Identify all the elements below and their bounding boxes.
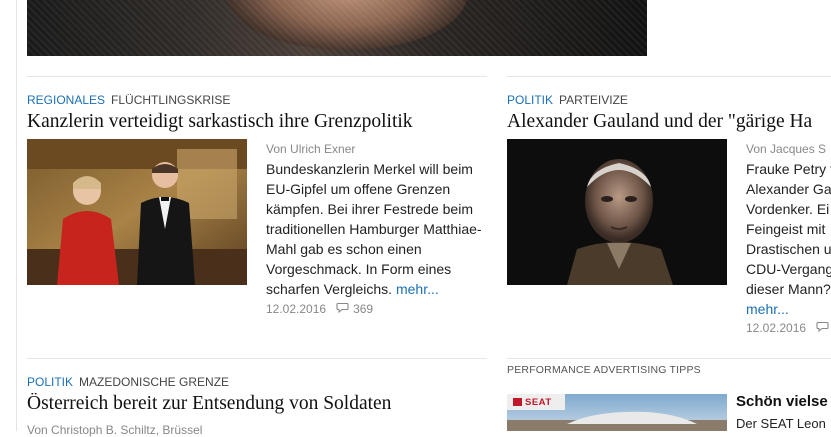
teaser-line: CDU-Vergang (746, 261, 831, 277)
article-image-gauland[interactable] (507, 139, 727, 285)
teaser-line: dieser Mann? (746, 281, 831, 297)
teaser-line: Alexander Ga (746, 181, 831, 197)
divider (27, 76, 487, 77)
ad-image-seat[interactable]: SEAT (507, 394, 727, 431)
ad-text[interactable]: Der SEAT Leon (736, 416, 831, 431)
teaser-line: Frauke Petry t (746, 161, 831, 177)
topic-link[interactable]: FLÜCHTLINGSKRISE (111, 93, 230, 107)
comment-bubble-icon[interactable] (336, 302, 349, 316)
comment-bubble-icon[interactable] (816, 321, 829, 335)
article-image-merkel-cameron[interactable] (27, 139, 247, 285)
teaser-line: Feingeist mit (746, 221, 826, 237)
article-date: 12.02.2016 (266, 302, 327, 316)
divider (27, 358, 487, 359)
topic-link[interactable]: MAZEDONISCHE GRENZE (79, 375, 229, 389)
article-teaser: Bundeskanzlerin Merkel will beim EU-Gipf… (266, 159, 487, 299)
article-headline[interactable]: Kanzlerin verteidigt sarkastisch ihre Gr… (27, 111, 487, 133)
article-byline[interactable]: Von Christoph B. Schiltz, Brüssel (27, 423, 487, 437)
article-category-row: REGIONALES FLÜCHTLINGSKRISE (27, 93, 230, 107)
teaser-line: Vordenker. Ei (746, 201, 830, 217)
more-link[interactable]: mehr... (396, 281, 439, 297)
teaser-text: Bundeskanzlerin Merkel will beim EU-Gipf… (266, 161, 482, 297)
article-byline[interactable]: Von Ulrich Exner (266, 142, 487, 156)
ad-section-label: PERFORMANCE ADVERTISING TIPPS (507, 364, 701, 376)
hero-image[interactable] (27, 0, 647, 56)
category-link[interactable]: POLITIK (507, 93, 553, 107)
ad-title[interactable]: Schön vielse (736, 393, 831, 410)
topic-link[interactable]: PARTEIVIZE (559, 93, 628, 107)
article-headline[interactable]: Österreich bereit zur Entsendung von Sol… (27, 393, 487, 415)
category-link[interactable]: REGIONALES (27, 93, 105, 107)
article-date: 12.02.2016 (746, 321, 807, 335)
article-category-row: POLITIK PARTEIVIZE (507, 93, 628, 107)
seat-logo-text: SEAT (525, 397, 552, 408)
article-teaser: Frauke Petry t Alexander Ga Vordenker. E… (746, 159, 831, 319)
page-left-border (16, 0, 17, 431)
article-byline[interactable]: Von Jacques S (746, 142, 831, 156)
divider (507, 76, 831, 77)
article-meta: 12.02.2016 369 (266, 302, 373, 316)
category-link[interactable]: POLITIK (27, 375, 73, 389)
divider (507, 358, 831, 359)
article-meta: 12.02.2016 (746, 321, 831, 335)
teaser-line: Drastischen u (746, 241, 831, 257)
article-headline[interactable]: Alexander Gauland und der "gärige Ha (507, 111, 831, 133)
article-category-row: POLITIK MAZEDONISCHE GRENZE (27, 375, 229, 389)
comment-count[interactable]: 369 (353, 302, 373, 316)
more-link[interactable]: mehr... (746, 299, 831, 319)
